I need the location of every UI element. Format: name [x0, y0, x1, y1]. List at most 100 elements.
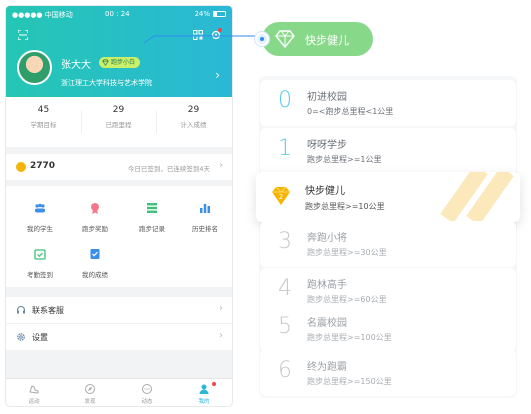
level-requirement: 跑步总里程>=30公里 [307, 248, 387, 257]
chevron-right-icon: › [219, 160, 223, 171]
notification-dot [212, 382, 216, 386]
battery-percent: 24% [194, 10, 210, 18]
level-item: 3 奔跑小将 跑步总里程>=30公里 [260, 221, 516, 267]
tab-feed[interactable]: 动态 [119, 383, 175, 405]
level-requirement: 跑步总里程>=60公里 [307, 295, 387, 304]
grid-item-running-reward[interactable]: 跑步奖励 [69, 202, 121, 233]
level-item-current: 2 快步健儿 跑步总里程>=10公里 [256, 172, 520, 222]
level-requirement: 跑步总里程>=10公里 [305, 202, 385, 211]
time-label: 00 : 24 [105, 10, 130, 18]
stat-label: 学期目标 [30, 121, 57, 129]
menu-item-settings[interactable]: 设置 › [6, 324, 232, 350]
reward-icon [91, 203, 99, 214]
students-icon [35, 203, 45, 213]
tab-label: 动态 [141, 399, 153, 405]
user-icon [199, 384, 209, 394]
chevron-right-icon: › [219, 330, 223, 341]
grid-item-history-ranking[interactable]: 历史排名 [179, 202, 231, 233]
level-number: 4 [278, 276, 292, 301]
level-requirement: 跑步总里程>=1公里 [307, 155, 382, 164]
record-list-icon [147, 203, 157, 213]
stat-label: 已跑里程 [105, 121, 132, 129]
anchor-dot [255, 32, 269, 46]
grid-item-running-record[interactable]: 跑步记录 [126, 202, 178, 233]
diamond-icon [275, 30, 295, 48]
level-title: 快步健儿 [305, 186, 345, 197]
bottom-tab-bar: 运动 发现 动态 我的 [6, 378, 232, 406]
menu-item-customer-service[interactable]: 联系客服 › [6, 297, 232, 323]
level-item: 6 终为跑霸 跑步总里程>=150公里 [260, 350, 516, 396]
tab-sport[interactable]: 运动 [6, 383, 62, 405]
signin-status: 今日已签到，已连续签到4天 [127, 165, 210, 173]
tab-label: 运动 [28, 399, 40, 405]
grid-item-label: 考勤签到 [27, 271, 53, 279]
connector-line [143, 35, 260, 44]
chevron-right-icon: › [219, 303, 223, 314]
stats-panel: 45 学期目标 29 已跑里程 29 计入成绩 [6, 97, 232, 147]
status-bar: ●●●●● 中国移动 00 : 24 24% [6, 6, 232, 22]
avatar[interactable] [17, 50, 52, 85]
stat-distance-run[interactable]: 29 已跑里程 [81, 105, 156, 129]
stat-value: 29 [112, 105, 125, 115]
grid-item-my-students[interactable]: 我的学生 [14, 202, 66, 233]
running-shoe-icon [29, 385, 39, 394]
level-title: 呀呀学步 [307, 140, 347, 151]
profile-header: ●●●●● 中国移动 00 : 24 24% 张大大 跑步小白 浙江理工大学科技… [6, 6, 232, 97]
grid-item-label: 跑步奖励 [82, 225, 108, 233]
signin-row[interactable]: 2770 今日已签到，已连续签到4天 › [6, 154, 232, 180]
level-item: 5 名震校园 跑步总里程>=100公里 [260, 306, 516, 352]
level-number: 1 [278, 136, 292, 161]
grid-item-my-grades[interactable]: 我的成绩 [69, 248, 121, 279]
level-number: 5 [278, 314, 292, 339]
scan-icon[interactable] [17, 29, 29, 41]
grades-icon [90, 249, 100, 259]
level-item: 1 呀呀学步 跑步总里程>=1公里 [260, 128, 516, 174]
level-title: 奔跑小将 [307, 233, 347, 244]
level-title: 跑林高手 [307, 280, 347, 291]
coins-count: 2770 [30, 161, 56, 171]
stat-semester-goal[interactable]: 45 学期目标 [6, 105, 81, 129]
level-badge-label: 跑步小白 [111, 59, 136, 66]
level-gold-badge-icon: 2 [272, 186, 290, 205]
headset-icon [16, 305, 26, 315]
level-requirement: 0=<跑步总里程<1公里 [307, 107, 394, 116]
tab-label: 我的 [198, 399, 210, 405]
coins-icon [16, 162, 26, 172]
level-item: 0 初进校园 0=<跑步总里程<1公里 [260, 80, 516, 126]
grid-item-label: 历史排名 [192, 225, 218, 233]
level-title: 初进校园 [307, 92, 347, 103]
user-name: 张大大 [61, 60, 91, 71]
gear-icon [16, 332, 26, 342]
level-requirement: 跑步总里程>=100公里 [307, 333, 392, 342]
grid-item-label: 我的成绩 [82, 271, 108, 279]
level-number: 2 [279, 193, 283, 201]
level-number: 6 [278, 358, 292, 383]
grid-item-attendance[interactable]: 考勤签到 [14, 248, 66, 279]
feature-grid: 我的学生 跑步奖励 跑步记录 历史排名 考勤签到 我的成绩 [6, 186, 232, 287]
tab-label: 发现 [84, 399, 96, 405]
level-number: 0 [278, 88, 292, 113]
chevron-right-icon[interactable]: › [215, 68, 220, 82]
level-number: 3 [278, 229, 292, 254]
stat-label: 计入成绩 [180, 121, 207, 129]
level-title: 名震校园 [307, 318, 347, 329]
menu-item-label: 联系客服 [32, 306, 64, 315]
tab-discover[interactable]: 发现 [62, 383, 118, 405]
carrier-label: ●●●●● 中国移动 [12, 11, 73, 19]
tab-mine[interactable]: 我的 [176, 383, 232, 405]
attendance-calendar-icon [34, 249, 46, 260]
compass-icon [85, 384, 95, 394]
school-name: 浙江理工大学科技与艺术学院 [61, 79, 152, 87]
battery-icon [213, 11, 226, 17]
level-badge[interactable]: 跑步小白 [99, 57, 141, 68]
level-title: 终为跑霸 [307, 362, 347, 373]
grid-item-label: 跑步记录 [139, 225, 165, 233]
level-list: 0 初进校园 0=<跑步总里程<1公里 1 呀呀学步 跑步总里程>=1公里 2 … [256, 76, 520, 398]
canvas: ●●●●● 中国移动 00 : 24 24% 张大大 跑步小白 浙江理工大学科技… [0, 0, 531, 414]
stat-value: 29 [187, 105, 200, 115]
callout-label: 快步健儿 [305, 34, 349, 47]
stat-value: 45 [37, 105, 50, 115]
level-requirement: 跑步总里程>=150公里 [307, 377, 392, 386]
ranking-chart-icon [200, 204, 210, 213]
stat-counted-score[interactable]: 29 计入成绩 [156, 105, 231, 129]
